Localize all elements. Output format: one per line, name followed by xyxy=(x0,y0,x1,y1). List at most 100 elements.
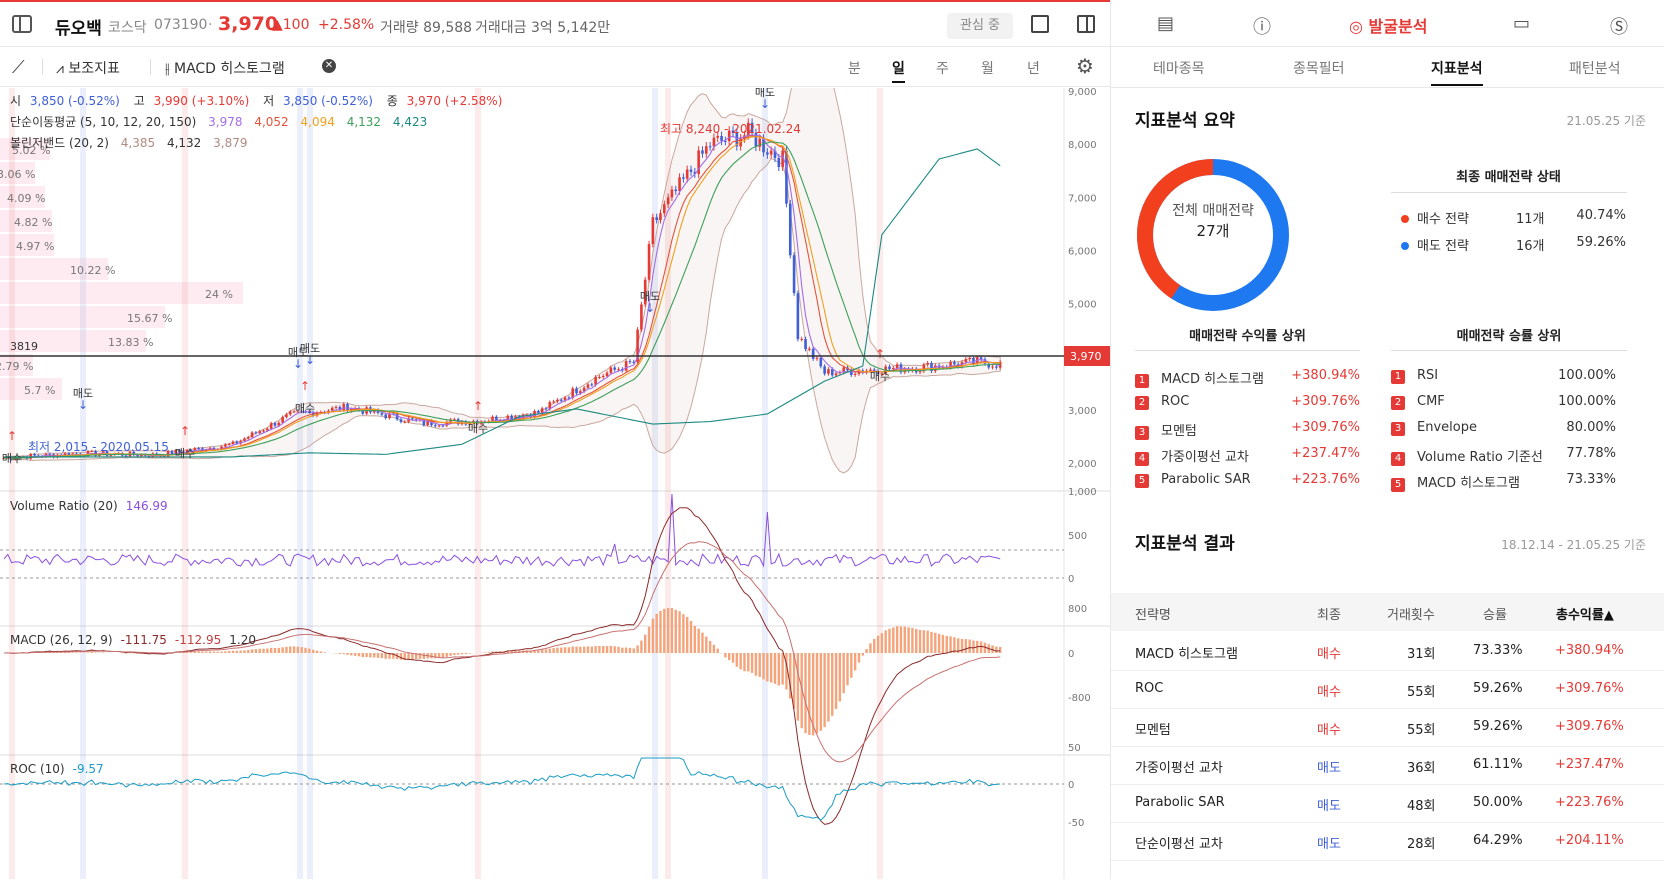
macd-histogram-bar xyxy=(545,649,547,653)
info-icon[interactable]: ⓘ xyxy=(1253,13,1271,39)
macd-histogram-bar xyxy=(717,649,719,653)
draw-line-icon[interactable]: ⟋ xyxy=(12,57,25,78)
candle xyxy=(640,304,643,329)
rank-item[interactable]: 3Envelope80.00% xyxy=(1391,420,1616,436)
volume-profile-label: 13.83 % xyxy=(108,336,153,349)
candle xyxy=(556,400,559,402)
macd-histogram-bar xyxy=(965,639,967,653)
table-row[interactable]: MACD 히스토그램매수31회73.33%+380.94% xyxy=(1111,631,1664,671)
tab-filter[interactable]: 종목필터 xyxy=(1293,58,1345,78)
macd-histogram-bar xyxy=(629,648,631,653)
legend-sell: 매도 전략 16개 59.26% xyxy=(1401,235,1626,254)
macd-histogram-bar xyxy=(190,652,192,653)
rank-number: 4 xyxy=(1135,452,1149,466)
ma-legend: 단순이동평균 (5, 10, 12, 20, 150) 3,978 4,052 … xyxy=(10,115,427,129)
bb-legend: 볼린저밴드 (20, 2) 4,385 4,132 3,879 xyxy=(10,136,247,150)
bb-upper: 4,385 xyxy=(121,136,155,150)
period-month[interactable]: 월 xyxy=(981,58,994,78)
edit-icon[interactable] xyxy=(1031,15,1049,33)
col-trades[interactable]: 거래횟수 xyxy=(1387,604,1435,623)
period-day[interactable]: 일 xyxy=(892,58,905,83)
macd-histogram-bar xyxy=(575,647,577,653)
period-year[interactable]: 년 xyxy=(1027,58,1040,78)
table-row[interactable]: Parabolic SAR매도48회50.00%+223.76% xyxy=(1111,783,1664,823)
macd-histogram-bar xyxy=(205,652,207,653)
rank-item[interactable]: 5MACD 히스토그램73.33% xyxy=(1391,472,1616,492)
currency-icon[interactable]: Ⓢ xyxy=(1610,13,1628,39)
candle xyxy=(789,204,792,256)
favorite-button[interactable]: 관심 중 xyxy=(947,13,1013,39)
table-row[interactable]: 단순이평선 교차매도28회64.29%+204.11% xyxy=(1111,821,1664,861)
tab-theme[interactable]: 테마종목 xyxy=(1153,58,1205,78)
chart-area[interactable]: 5.02 %3.06 %4.09 %4.82 %4.97 %10.22 %24 … xyxy=(0,88,1110,879)
macd-histogram-bar xyxy=(201,652,203,653)
macd-histogram-bar xyxy=(900,627,902,653)
volume-profile-label: 5.7 % xyxy=(24,384,55,397)
macd-histogram-bar xyxy=(831,653,833,716)
rank-number: 1 xyxy=(1135,374,1149,388)
rank-item[interactable]: 2ROC+309.76% xyxy=(1135,394,1360,410)
cell-strategy: 가중이평선 교차 xyxy=(1135,757,1223,776)
stock-chart[interactable]: 5.02 %3.06 %4.09 %4.82 %4.97 %10.22 %24 … xyxy=(0,88,1110,879)
candle xyxy=(281,417,284,423)
macd-histogram-bar xyxy=(888,629,890,653)
sell-arrow-icon: ↓ xyxy=(645,301,655,315)
close-icon[interactable]: ✕ xyxy=(322,59,336,73)
rank-value: +380.94% xyxy=(1291,368,1360,383)
indicator-button[interactable]: ⩘ 보조지표 xyxy=(56,58,120,78)
rank-item[interactable]: 4가중이평선 교차+237.47% xyxy=(1135,446,1360,466)
col-final[interactable]: 최종 xyxy=(1317,604,1341,623)
candle xyxy=(812,349,815,359)
table-row[interactable]: 가중이평선 교차매도36회61.11%+237.47% xyxy=(1111,745,1664,785)
tab-pattern[interactable]: 패턴분석 xyxy=(1569,58,1621,78)
macd-histogram-bar xyxy=(373,653,375,657)
gear-icon[interactable]: ⚙ xyxy=(1076,54,1094,78)
tab-indicator[interactable]: 지표분석 xyxy=(1431,58,1483,86)
rank-item[interactable]: 4Volume Ratio 기준선77.78% xyxy=(1391,446,1616,466)
macd-histogram-bar xyxy=(682,614,684,653)
rank-item[interactable]: 5Parabolic SAR+223.76% xyxy=(1135,472,1360,488)
macd-histogram-bar xyxy=(304,648,306,653)
candle xyxy=(625,361,628,371)
period-minute[interactable]: 분 xyxy=(848,58,861,78)
candle xyxy=(228,444,231,445)
col-winrate[interactable]: 승률 xyxy=(1483,604,1507,623)
chart-toolbar: ⟋ ⩘ 보조지표 ⫲ MACD 히스토그램 ✕ 분 일 주 월 년 ⚙ xyxy=(0,47,1110,87)
left-price-label: 3819 xyxy=(10,340,38,353)
candle xyxy=(797,293,800,339)
rank-item[interactable]: 1RSI100.00% xyxy=(1391,368,1616,384)
macd-histogram-bar xyxy=(671,608,673,653)
macd-histogram-bar xyxy=(259,649,261,653)
sidebar-toggle-icon[interactable] xyxy=(12,15,32,33)
sell-label: 매도 xyxy=(755,88,775,99)
discovery-tab[interactable]: ◎ 발굴분석 xyxy=(1349,13,1427,37)
macd-histogram-bar xyxy=(381,653,383,658)
macd-indicator-tag[interactable]: ⫲ MACD 히스토그램 xyxy=(165,58,285,78)
chat-icon[interactable]: ▭ xyxy=(1513,13,1530,34)
rank-item[interactable]: 2CMF100.00% xyxy=(1391,394,1616,410)
col-strategy[interactable]: 전략명 xyxy=(1135,604,1171,623)
macd-histogram-bar xyxy=(312,650,314,653)
rank-item[interactable]: 3모멘텀+309.76% xyxy=(1135,420,1360,440)
macd-histogram-bar xyxy=(232,651,234,653)
candle xyxy=(766,152,769,154)
macd-histogram-bar xyxy=(369,653,371,657)
col-total-return[interactable]: 총수익률▲ xyxy=(1556,604,1614,623)
macd-value: -111.75 xyxy=(121,633,167,647)
period-week[interactable]: 주 xyxy=(936,58,949,78)
signal-band xyxy=(475,88,481,879)
candle xyxy=(793,255,796,293)
macd-histogram-bar xyxy=(457,653,459,655)
news-icon[interactable]: ▤ xyxy=(1157,13,1174,34)
table-row[interactable]: ROC매수55회59.26%+309.76% xyxy=(1111,669,1664,709)
macd-histogram-bar xyxy=(606,646,608,653)
rank-number: 3 xyxy=(1135,426,1149,440)
rank-item[interactable]: 1MACD 히스토그램+380.94% xyxy=(1135,368,1360,388)
candle xyxy=(808,349,811,350)
separator-dot: · xyxy=(370,17,374,33)
macd-histogram-bar xyxy=(572,646,574,653)
macd-histogram-bar xyxy=(774,653,776,684)
panel-toggle-icon[interactable] xyxy=(1077,15,1095,33)
candle xyxy=(713,138,716,147)
table-row[interactable]: 모멘텀매수55회59.26%+309.76% xyxy=(1111,707,1664,747)
